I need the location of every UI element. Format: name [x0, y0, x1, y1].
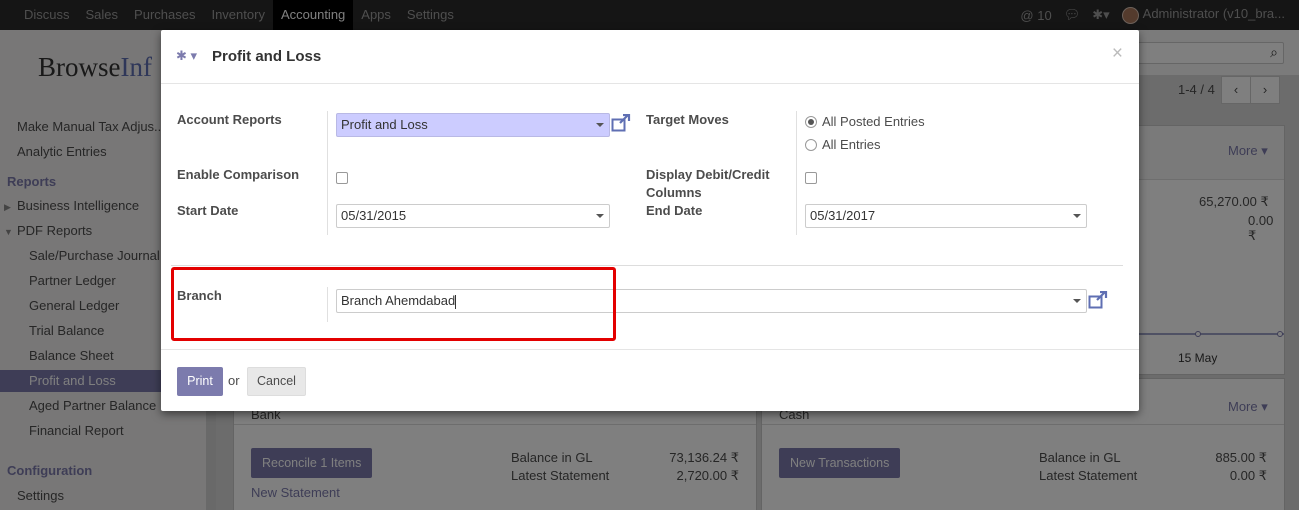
- cancel-button[interactable]: Cancel: [247, 367, 306, 396]
- start-date-label: Start Date: [177, 203, 239, 218]
- display-debit-credit-label: Display Debit/Credit Columns: [646, 167, 770, 200]
- debug-icon[interactable]: ✱ ▾: [176, 48, 197, 64]
- dialog-header: ✱ ▾ Profit and Loss ×: [161, 30, 1139, 84]
- end-date-field[interactable]: 05/31/2017: [805, 204, 1087, 228]
- chevron-down-icon: [596, 123, 604, 127]
- column-divider: [796, 111, 797, 235]
- account-reports-select[interactable]: Profit and Loss: [336, 113, 610, 137]
- dialog-footer: Print or Cancel: [161, 349, 1139, 411]
- end-date-label: End Date: [646, 203, 703, 218]
- radio-all-entries[interactable]: [805, 139, 817, 151]
- external-link-icon[interactable]: [611, 113, 631, 135]
- chevron-down-icon: [1073, 214, 1081, 218]
- chevron-down-icon: [596, 214, 604, 218]
- account-reports-label: Account Reports: [177, 112, 282, 127]
- radio-all-posted-entries[interactable]: [805, 116, 817, 128]
- enable-comparison-label: Enable Comparison: [177, 167, 300, 182]
- all-entries-label: All Entries: [822, 137, 881, 152]
- external-link-icon[interactable]: [1088, 290, 1108, 312]
- profit-and-loss-dialog: ✱ ▾ Profit and Loss × Account Reports Pr…: [161, 30, 1139, 411]
- dialog-title: Profit and Loss: [212, 48, 322, 65]
- end-date-value: 05/31/2017: [810, 208, 876, 223]
- all-posted-entries-label: All Posted Entries: [822, 114, 925, 129]
- close-icon[interactable]: ×: [1112, 43, 1123, 65]
- start-date-field[interactable]: 05/31/2015: [336, 204, 610, 228]
- or-label: or: [228, 373, 240, 388]
- separator: [171, 265, 1123, 266]
- account-reports-value: Profit and Loss: [341, 117, 428, 132]
- column-divider: [327, 111, 328, 235]
- display-debit-credit-checkbox[interactable]: [805, 172, 817, 184]
- enable-comparison-checkbox[interactable]: [336, 172, 348, 184]
- start-date-value: 05/31/2015: [341, 208, 407, 223]
- target-moves-label: Target Moves: [646, 112, 729, 127]
- chevron-down-icon: [1073, 299, 1081, 303]
- highlight-annotation-box: [171, 267, 616, 341]
- print-button[interactable]: Print: [177, 367, 223, 396]
